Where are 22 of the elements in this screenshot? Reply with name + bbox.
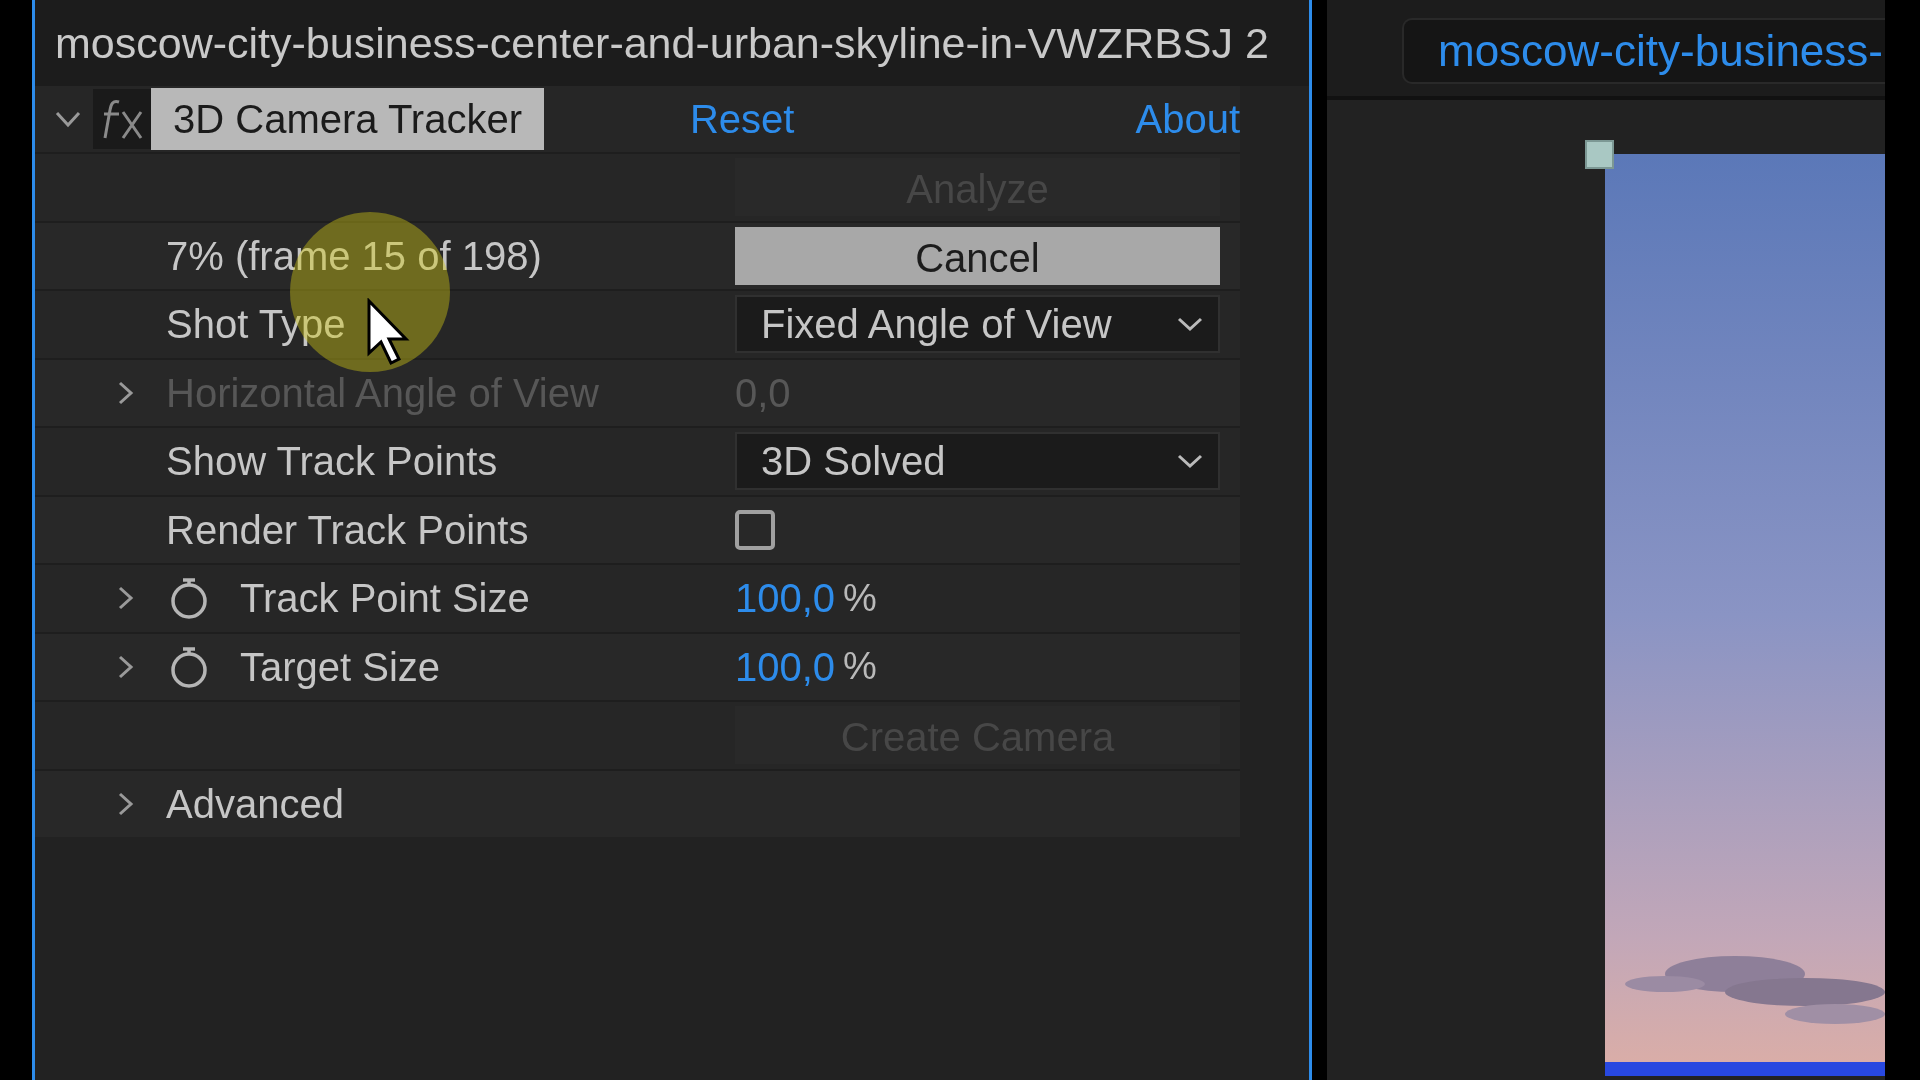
- reset-link[interactable]: Reset: [690, 89, 795, 149]
- checkbox[interactable]: [735, 509, 775, 550]
- property-label: 7% (frame 15 of 198): [166, 232, 542, 280]
- effect-name[interactable]: 3D Camera Tracker: [151, 88, 544, 150]
- property-label: Advanced: [166, 780, 344, 828]
- fx-icon: [93, 89, 151, 149]
- about-link[interactable]: About: [1135, 89, 1240, 149]
- value-field[interactable]: 100,0: [735, 568, 836, 629]
- property-label: Target Size: [240, 643, 441, 691]
- dropdown[interactable]: Fixed Angle of View: [735, 295, 1220, 354]
- unit-text: %: [843, 575, 877, 621]
- unit-text: %: [843, 644, 877, 690]
- dropdown[interactable]: 3D Solved: [735, 432, 1220, 491]
- property-label: Shot Type: [166, 301, 346, 349]
- value-field[interactable]: 100,0: [735, 636, 836, 697]
- panel-title: moscow-city-business-center-and-urban-skyline-in-VWZRBSJ 2: [35, 0, 1309, 86]
- property-label: Track Point Size: [240, 575, 530, 623]
- property-label: Show Track Points: [166, 438, 498, 486]
- viewer-tab[interactable]: moscow-city-business-: [1402, 18, 1885, 84]
- layer-handle[interactable]: [1585, 140, 1614, 169]
- property-label: Render Track Points: [166, 506, 529, 554]
- cancel-button[interactable]: Cancel: [735, 226, 1220, 285]
